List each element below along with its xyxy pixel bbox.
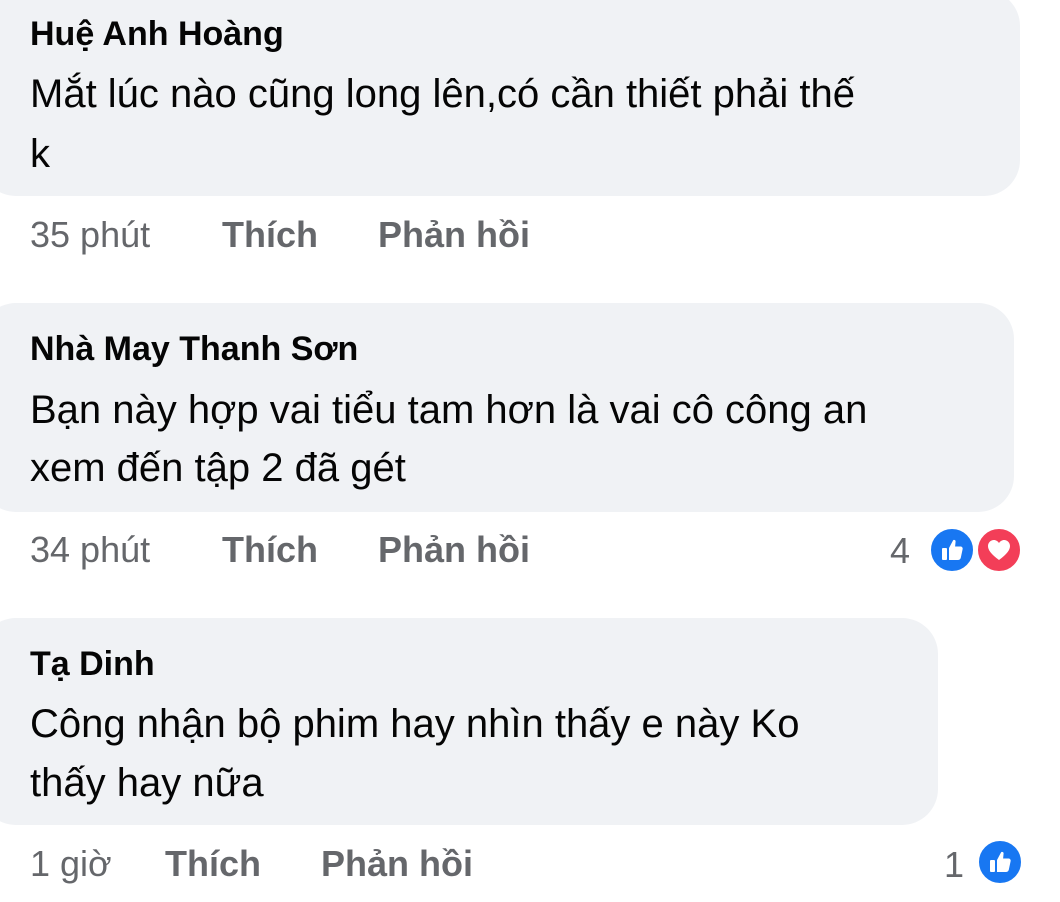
reply-button[interactable]: Phản hồi — [378, 529, 530, 571]
reaction-count[interactable]: 1 — [944, 844, 964, 886]
comment-text-line: xem đến tập 2 đã gét — [30, 446, 406, 490]
comment-author[interactable]: Huệ Anh Hoàng — [30, 14, 284, 54]
comment-author[interactable]: Nhà May Thanh Sơn — [30, 329, 358, 369]
reply-button[interactable]: Phản hồi — [378, 214, 530, 256]
comment-timestamp[interactable]: 1 giờ — [30, 843, 112, 885]
love-icon[interactable] — [975, 526, 1023, 574]
reply-button[interactable]: Phản hồi — [321, 843, 473, 885]
comment-text-line: thấy hay nữa — [30, 761, 264, 805]
thumbs-up-icon — [942, 539, 963, 560]
comment-text-line: Bạn này hợp vai tiểu tam hơn là vai cô c… — [30, 388, 868, 432]
like-button[interactable]: Thích — [222, 214, 318, 256]
comment-text-line: k — [30, 132, 50, 176]
comment-timestamp[interactable]: 35 phút — [30, 214, 150, 256]
thumbs-up-icon — [990, 851, 1011, 872]
love-icon-glyph — [988, 540, 1010, 560]
like-button[interactable]: Thích — [222, 529, 318, 571]
comment-text-line: Công nhận bộ phim hay nhìn thấy e này Ko — [30, 702, 800, 746]
reaction-count[interactable]: 4 — [890, 530, 910, 572]
like-button[interactable]: Thích — [165, 843, 261, 885]
like-icon[interactable] — [928, 526, 976, 574]
like-icon[interactable] — [976, 838, 1024, 886]
comment-text-line: Mắt lúc nào cũng long lên,có cần thiết p… — [30, 72, 855, 116]
comment-author[interactable]: Tạ Dinh — [30, 644, 155, 684]
comment-timestamp[interactable]: 34 phút — [30, 529, 150, 571]
